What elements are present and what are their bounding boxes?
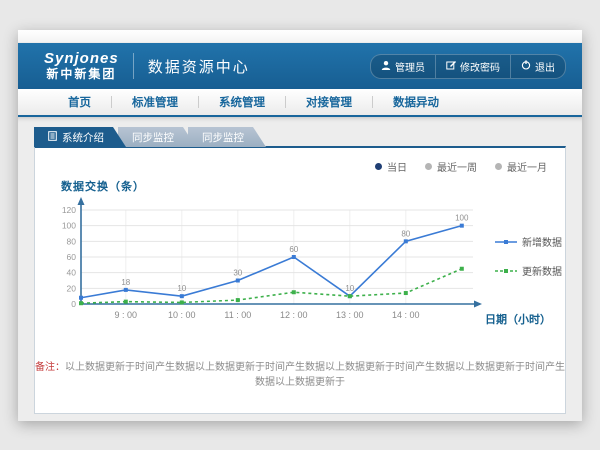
- filter-label: 最近一周: [437, 159, 477, 174]
- nav-item-data-change[interactable]: 数据异动: [373, 94, 459, 110]
- tab-label: 同步监控: [202, 130, 244, 145]
- footnote: 备注：以上数据更新于时间产生数据以上数据更新于时间产生数据以上数据更新于时间产生…: [35, 358, 565, 388]
- data-point[interactable]: [180, 294, 184, 298]
- user-menu: 管理员 修改密码 退出: [370, 54, 566, 79]
- line-chart: 0 20 40 60 80 100 120 9 : 00 10 : 00 11 : 00 12 : …: [49, 192, 504, 324]
- nav-item-system-management[interactable]: 系统管理: [199, 94, 285, 110]
- data-point[interactable]: [460, 267, 464, 271]
- svg-text:0: 0: [71, 299, 76, 309]
- data-point[interactable]: [348, 294, 352, 298]
- time-range-filters: 当日 最近一周 最近一月: [375, 159, 547, 174]
- svg-text:80: 80: [401, 229, 410, 238]
- logout-button[interactable]: 退出: [510, 55, 565, 78]
- change-password-label: 修改密码: [460, 59, 500, 74]
- nav-item-interface-management[interactable]: 对接管理: [286, 94, 372, 110]
- document-icon: [48, 131, 57, 144]
- tab-label: 系统介绍: [62, 130, 104, 145]
- data-point[interactable]: [236, 298, 240, 302]
- logo: Synjones 新中新集团: [44, 51, 119, 81]
- content-area: 系统介绍 同步监控 同步监控 当日 最近一周: [18, 117, 582, 421]
- tab-system-intro[interactable]: 系统介绍: [34, 127, 126, 147]
- edit-icon: [446, 60, 456, 73]
- svg-text:100: 100: [62, 221, 76, 231]
- app-header: Synjones 新中新集团 数据资源中心 管理员 修改密码: [18, 43, 582, 89]
- browser-chrome-strip: [18, 30, 582, 43]
- desktop-background: Synjones 新中新集团 数据资源中心 管理员 修改密码: [0, 0, 600, 450]
- svg-text:80: 80: [67, 236, 77, 246]
- svg-text:30: 30: [233, 269, 242, 278]
- nav-item-home[interactable]: 首页: [48, 94, 111, 110]
- svg-text:60: 60: [289, 245, 298, 254]
- app-window: Synjones 新中新集团 数据资源中心 管理员 修改密码: [18, 30, 582, 420]
- svg-text:12 : 00: 12 : 00: [280, 310, 308, 320]
- header-divider: [133, 53, 134, 79]
- legend-label: 更新数据: [522, 263, 562, 278]
- data-point[interactable]: [79, 301, 83, 305]
- svg-text:20: 20: [67, 283, 77, 293]
- legend-label: 新增数据: [522, 234, 562, 249]
- page-title: 数据资源中心: [148, 56, 250, 77]
- footnote-text: 以上数据更新于时间产生数据以上数据更新于时间产生数据以上数据更新于时间产生数据以…: [65, 362, 565, 388]
- user-account-label: 管理员: [395, 59, 425, 74]
- logout-label: 退出: [535, 59, 555, 74]
- svg-text:120: 120: [62, 205, 76, 215]
- svg-text:10: 10: [177, 284, 186, 293]
- main-nav: 首页 标准管理 系统管理 对接管理 数据异动: [18, 89, 582, 117]
- logo-primary-text: Synjones: [44, 51, 119, 68]
- data-point[interactable]: [460, 224, 464, 228]
- radio-unselected-icon: [495, 163, 502, 170]
- svg-text:10: 10: [345, 284, 354, 293]
- logo-secondary-text: 新中新集团: [44, 68, 119, 81]
- filter-today[interactable]: 当日: [375, 159, 407, 174]
- data-point[interactable]: [292, 255, 296, 259]
- radio-selected-icon: [375, 163, 382, 170]
- data-point[interactable]: [124, 300, 128, 304]
- svg-text:18: 18: [121, 278, 130, 287]
- user-icon: [381, 60, 391, 73]
- svg-text:60: 60: [67, 252, 77, 262]
- filter-label: 最近一月: [507, 159, 547, 174]
- svg-text:10 : 00: 10 : 00: [168, 310, 196, 320]
- user-account-button[interactable]: 管理员: [371, 55, 435, 78]
- chart-legend: 新增数据 更新数据: [495, 234, 562, 278]
- filter-last-week[interactable]: 最近一周: [425, 159, 477, 174]
- svg-text:100: 100: [455, 214, 469, 223]
- tab-label: 同步监控: [132, 130, 174, 145]
- radio-unselected-icon: [425, 163, 432, 170]
- data-point[interactable]: [180, 300, 184, 304]
- legend-line-solid-icon: [495, 238, 517, 246]
- nav-item-standard-management[interactable]: 标准管理: [112, 94, 198, 110]
- filter-label: 当日: [387, 159, 407, 174]
- legend-line-dashed-icon: [495, 267, 517, 275]
- x-axis-title: 日期（小时）: [485, 311, 551, 327]
- svg-text:9 : 00: 9 : 00: [115, 310, 138, 320]
- power-icon: [521, 60, 531, 73]
- data-point[interactable]: [404, 291, 408, 295]
- chart-panel: 当日 最近一周 最近一月 数据交换（条） 0204060801001209 : …: [34, 146, 566, 414]
- data-point[interactable]: [124, 288, 128, 292]
- svg-text:13 : 00: 13 : 00: [336, 310, 364, 320]
- footnote-label: 备注：: [35, 362, 65, 373]
- tab-sync-monitor-1[interactable]: 同步监控: [118, 127, 196, 147]
- legend-item-new-data: 新增数据: [495, 234, 562, 249]
- legend-item-updated-data: 更新数据: [495, 263, 562, 278]
- data-point[interactable]: [292, 290, 296, 294]
- svg-text:14 : 00: 14 : 00: [392, 310, 420, 320]
- data-point[interactable]: [236, 279, 240, 283]
- change-password-button[interactable]: 修改密码: [435, 55, 510, 78]
- data-point[interactable]: [404, 239, 408, 243]
- filter-last-month[interactable]: 最近一月: [495, 159, 547, 174]
- tab-bar: 系统介绍 同步监控 同步监控: [34, 127, 258, 147]
- svg-text:40: 40: [67, 268, 77, 278]
- data-point[interactable]: [79, 296, 83, 300]
- svg-text:11 : 00: 11 : 00: [224, 310, 251, 320]
- tab-sync-monitor-2[interactable]: 同步监控: [188, 127, 266, 147]
